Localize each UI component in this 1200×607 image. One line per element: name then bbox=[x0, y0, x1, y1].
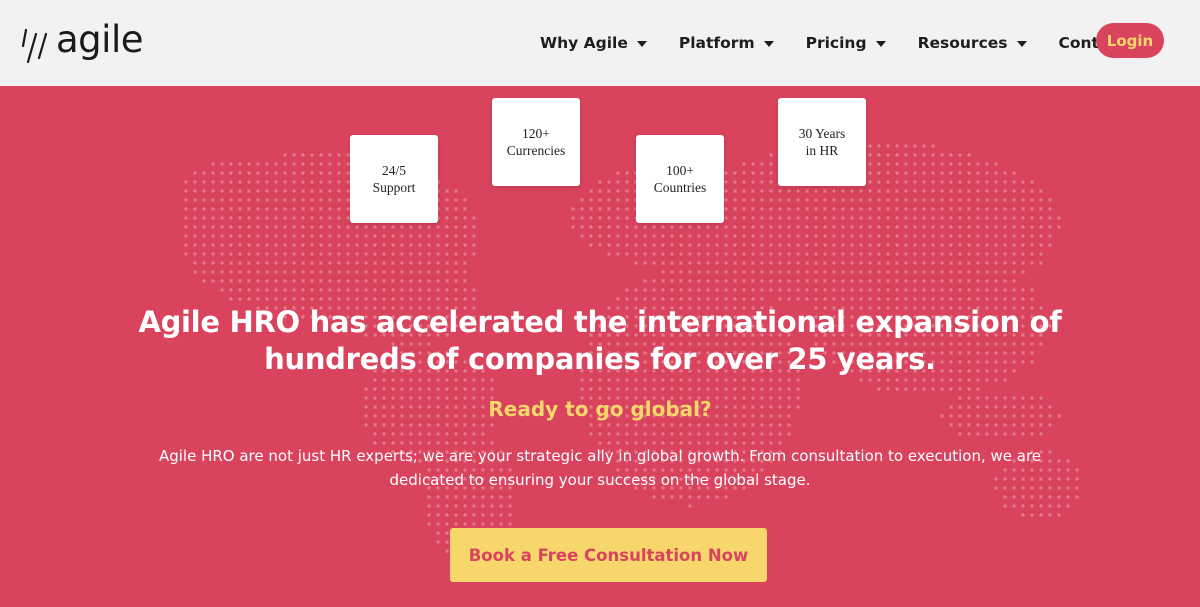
hero-description: Agile HRO are not just HR experts; we ar… bbox=[158, 447, 1042, 489]
book-consultation-button[interactable]: Book a Free Consultation Now bbox=[450, 528, 767, 582]
slash-logo-icon bbox=[22, 28, 48, 64]
caret-down-icon bbox=[1016, 41, 1027, 47]
logo-text: agile bbox=[56, 17, 143, 61]
nav-item-label: Pricing bbox=[805, 34, 867, 52]
nav-item-label: Resources bbox=[917, 34, 1008, 52]
brand-logo[interactable]: agile bbox=[22, 18, 143, 66]
nav-item-platform[interactable]: Platform bbox=[679, 34, 774, 52]
nav-item-label: Platform bbox=[678, 34, 755, 52]
hero-section: 24/5 Support 120+ Currencies 100+ Countr… bbox=[0, 86, 1200, 607]
login-button[interactable]: Login bbox=[1096, 23, 1164, 58]
caret-down-icon bbox=[636, 41, 647, 47]
caret-down-icon bbox=[763, 41, 774, 47]
stat-card-years: 30 Years in HR bbox=[778, 98, 866, 186]
nav-item-resources[interactable]: Resources bbox=[918, 34, 1027, 52]
main-nav: Why Agile Platform Pricing Resources Con… bbox=[540, 0, 1158, 86]
nav-item-label: Why Agile bbox=[540, 34, 628, 52]
caret-down-icon bbox=[875, 41, 886, 47]
stat-card-support: 24/5 Support bbox=[350, 135, 438, 223]
nav-item-pricing[interactable]: Pricing bbox=[806, 34, 886, 52]
stat-card-currencies: 120+ Currencies bbox=[492, 98, 580, 186]
stat-card-countries: 100+ Countries bbox=[636, 135, 724, 223]
site-header: agile Why Agile Platform Pricing Resourc… bbox=[0, 0, 1200, 86]
hero-headline: Agile HRO has accelerated the internatio… bbox=[138, 305, 1062, 376]
hero-subheadline: Ready to go global? bbox=[488, 397, 712, 421]
nav-item-why-agile[interactable]: Why Agile bbox=[540, 34, 647, 52]
